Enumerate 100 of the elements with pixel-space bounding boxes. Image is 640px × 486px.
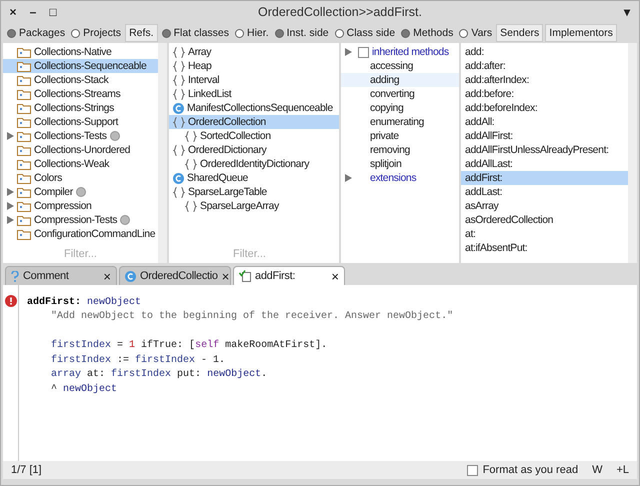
line-numbers-toggle[interactable]: +L xyxy=(616,464,629,476)
scrollbar[interactable] xyxy=(628,43,637,263)
method-item[interactable]: add:afterIndex: xyxy=(461,73,628,87)
class-item[interactable]: OrderedIdentityDictionary xyxy=(169,157,339,171)
folder-icon xyxy=(17,74,31,86)
package-item[interactable]: ConfigurationCommandLine xyxy=(3,227,158,241)
method-item[interactable]: addLast: xyxy=(461,185,628,199)
folder-icon xyxy=(17,228,31,240)
class-item[interactable]: Interval xyxy=(169,73,339,87)
radio-label[interactable]: Packages xyxy=(19,27,66,39)
window-control[interactable]: □ xyxy=(47,5,59,19)
radio-label[interactable]: Projects xyxy=(83,27,122,39)
package-item[interactable]: Collections-Native xyxy=(3,45,158,59)
close-icon[interactable]: × xyxy=(103,268,111,284)
toolbar-button[interactable]: Refs. xyxy=(125,24,158,42)
method-item[interactable]: addAllFirst: xyxy=(461,129,628,143)
radio-dot[interactable] xyxy=(71,28,80,38)
method-item[interactable]: add: xyxy=(461,45,628,59)
method-signature: addFirst: newObject xyxy=(27,296,142,310)
braces-icon xyxy=(185,200,197,212)
protocol-item[interactable]: enumerating xyxy=(341,115,459,129)
method-item[interactable]: addAll: xyxy=(461,115,628,129)
class-item[interactable]: OrderedDictionary xyxy=(169,143,339,157)
editor-tab[interactable]: Comment × xyxy=(5,266,117,285)
radio-dot[interactable] xyxy=(274,28,284,38)
protocol-item[interactable]: copying xyxy=(341,101,459,115)
radio-dot[interactable] xyxy=(7,28,16,38)
package-item[interactable]: Compiler xyxy=(3,185,158,199)
package-item[interactable]: Colors xyxy=(3,171,158,185)
class-item[interactable]: OrderedCollection xyxy=(169,115,339,129)
radio-label[interactable]: Methods xyxy=(413,27,454,39)
close-icon[interactable]: × xyxy=(331,268,339,284)
class-item[interactable]: LinkedList xyxy=(169,87,339,101)
radio-dot[interactable] xyxy=(162,28,171,38)
protocol-item[interactable]: removing xyxy=(341,143,459,157)
radio-label[interactable]: Vars xyxy=(471,27,492,39)
package-item[interactable]: Collections-Support xyxy=(3,115,158,129)
radio-dot[interactable] xyxy=(459,28,468,38)
expand-triangle-icon[interactable] xyxy=(345,174,352,182)
protocol-item[interactable]: splitjoin xyxy=(341,157,459,171)
expand-triangle-icon[interactable] xyxy=(7,132,14,140)
method-item[interactable]: add:after: xyxy=(461,59,628,73)
class-item[interactable]: SparseLargeArray xyxy=(169,199,339,213)
editor-tab[interactable]: OrderedCollectio × xyxy=(119,266,231,285)
method-item[interactable]: at: xyxy=(461,227,628,241)
class-item[interactable]: Heap xyxy=(169,59,339,73)
method-item[interactable]: addAllFirstUnlessAlreadyPresent: xyxy=(461,143,628,157)
package-item[interactable]: Collections-Sequenceable xyxy=(3,59,158,73)
protocol-item[interactable]: private xyxy=(341,129,459,143)
radio-label[interactable]: Flat classes xyxy=(174,27,230,39)
close-icon[interactable]: × xyxy=(222,268,230,284)
class-item[interactable]: ManifestCollectionsSequenceable xyxy=(169,101,339,115)
method-item[interactable]: add:before: xyxy=(461,87,628,101)
package-item[interactable]: Collections-Stack xyxy=(3,73,158,87)
package-item[interactable]: Collections-Weak xyxy=(3,157,158,171)
folder-icon xyxy=(17,102,31,114)
method-item[interactable]: asOrderedCollection xyxy=(461,213,628,227)
class-item[interactable]: SparseLargeTable xyxy=(169,185,339,199)
radio-dot[interactable] xyxy=(334,28,344,38)
package-item[interactable]: Collections-Streams xyxy=(3,87,158,101)
checkbox[interactable] xyxy=(466,464,478,476)
window-menu[interactable]: ▾ xyxy=(621,5,633,19)
editor-tab[interactable]: addFirst: × xyxy=(233,266,345,285)
window-control[interactable]: – xyxy=(27,5,39,19)
method-item[interactable]: asArray xyxy=(461,199,628,213)
window-control[interactable]: × xyxy=(7,5,19,19)
package-item[interactable]: Collections-Strings xyxy=(3,101,158,115)
protocol-item[interactable]: adding xyxy=(341,73,459,87)
protocol-item[interactable]: converting xyxy=(341,87,459,101)
class-item[interactable]: SharedQueue xyxy=(169,171,339,185)
package-item[interactable]: Collections-Unordered xyxy=(3,143,158,157)
folder-icon xyxy=(17,60,31,72)
package-item[interactable]: Compression xyxy=(3,199,158,213)
radio-dot[interactable] xyxy=(235,28,244,38)
toolbar-button[interactable]: Implementors xyxy=(545,24,617,42)
class-c-icon xyxy=(125,270,136,282)
package-item[interactable]: Collections-Tests xyxy=(3,129,158,143)
code-line: firstIndex := firstIndex - 1. xyxy=(51,354,226,368)
protocol-item[interactable]: extensions xyxy=(341,171,459,185)
method-item[interactable]: at:ifAbsentPut: xyxy=(461,241,628,255)
checkbox[interactable] xyxy=(358,46,369,58)
braces-icon xyxy=(173,60,185,72)
folder-icon xyxy=(17,186,31,198)
class-item[interactable]: SortedCollection xyxy=(169,129,339,143)
radio-label[interactable]: Inst. side xyxy=(286,27,329,39)
braces-icon xyxy=(185,158,197,170)
method-item[interactable]: addFirst: xyxy=(461,171,628,185)
package-item[interactable]: Compression-Tests xyxy=(3,213,158,227)
radio-dot[interactable] xyxy=(401,28,410,38)
expand-triangle-icon[interactable] xyxy=(345,48,352,56)
protocol-item[interactable]: accessing xyxy=(341,59,459,73)
radio-label[interactable]: Class side xyxy=(346,27,396,39)
toolbar-button[interactable]: Senders xyxy=(496,24,544,42)
method-item[interactable]: addAllLast: xyxy=(461,157,628,171)
class-item[interactable]: Array xyxy=(169,45,339,59)
radio-label[interactable]: Hier. xyxy=(247,27,269,39)
method-item[interactable]: add:beforeIndex: xyxy=(461,101,628,115)
wrap-toggle[interactable]: W xyxy=(592,464,602,476)
scrollbar[interactable] xyxy=(158,43,167,263)
protocol-item[interactable]: inherited methods xyxy=(341,45,459,59)
